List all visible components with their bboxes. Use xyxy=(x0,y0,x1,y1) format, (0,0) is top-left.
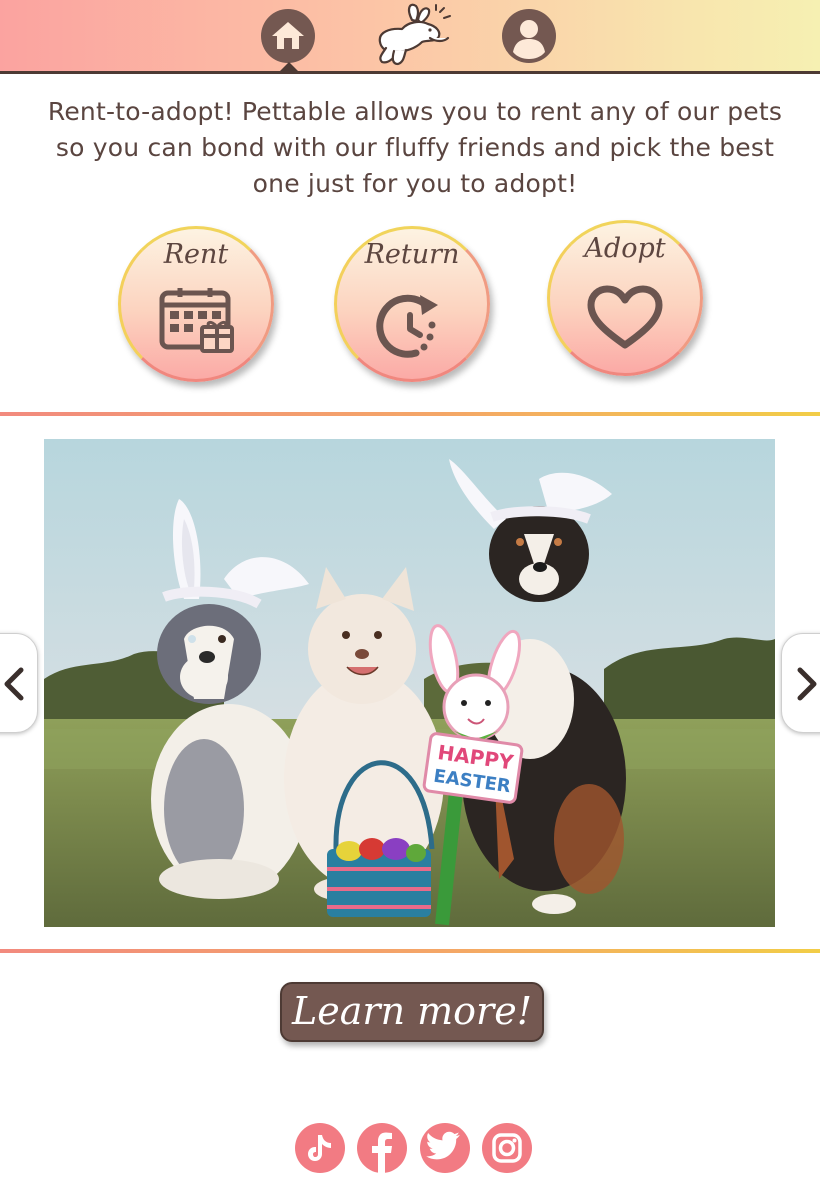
rent-label: Rent xyxy=(163,239,229,270)
nav-home-button[interactable] xyxy=(260,8,316,64)
adopt-label: Adopt xyxy=(584,233,666,264)
tiktok-icon xyxy=(308,1135,331,1161)
pettable-logo[interactable] xyxy=(372,2,456,68)
return-label: Return xyxy=(364,239,460,270)
calendar-gift-icon xyxy=(159,288,234,353)
clock-return-icon xyxy=(376,294,438,358)
user-profile-icon xyxy=(502,9,556,63)
tiktok-link[interactable] xyxy=(295,1123,345,1173)
carousel-prev-button[interactable] xyxy=(0,633,38,733)
section-divider xyxy=(0,412,820,416)
carousel-photo: HAPPY EASTER xyxy=(44,439,775,927)
section-divider xyxy=(0,949,820,953)
instagram-icon xyxy=(492,1133,522,1163)
instagram-link[interactable] xyxy=(482,1123,532,1173)
easter-dogs-photo: HAPPY EASTER xyxy=(44,439,775,927)
home-icon xyxy=(261,9,315,63)
top-nav-bar xyxy=(0,0,820,74)
adopt-button[interactable]: Adopt xyxy=(547,220,703,376)
twitter-icon xyxy=(426,1131,460,1160)
nav-profile-button[interactable] xyxy=(501,8,557,64)
facebook-icon xyxy=(372,1132,392,1173)
active-nav-indicator xyxy=(279,62,299,72)
intro-text: Rent-to-adopt! Pettable allows you to re… xyxy=(47,97,783,198)
chevron-right-icon xyxy=(797,667,817,701)
leaping-bunny-logo xyxy=(378,3,451,66)
learn-more-button[interactable]: Learn more! xyxy=(280,982,544,1042)
chevron-left-icon xyxy=(4,667,24,701)
heart-icon xyxy=(587,285,663,349)
facebook-link[interactable] xyxy=(357,1123,407,1173)
carousel-next-button[interactable] xyxy=(781,633,820,733)
twitter-link[interactable] xyxy=(420,1123,470,1173)
return-button[interactable]: Return xyxy=(334,226,490,382)
rent-button[interactable]: Rent xyxy=(118,226,274,382)
